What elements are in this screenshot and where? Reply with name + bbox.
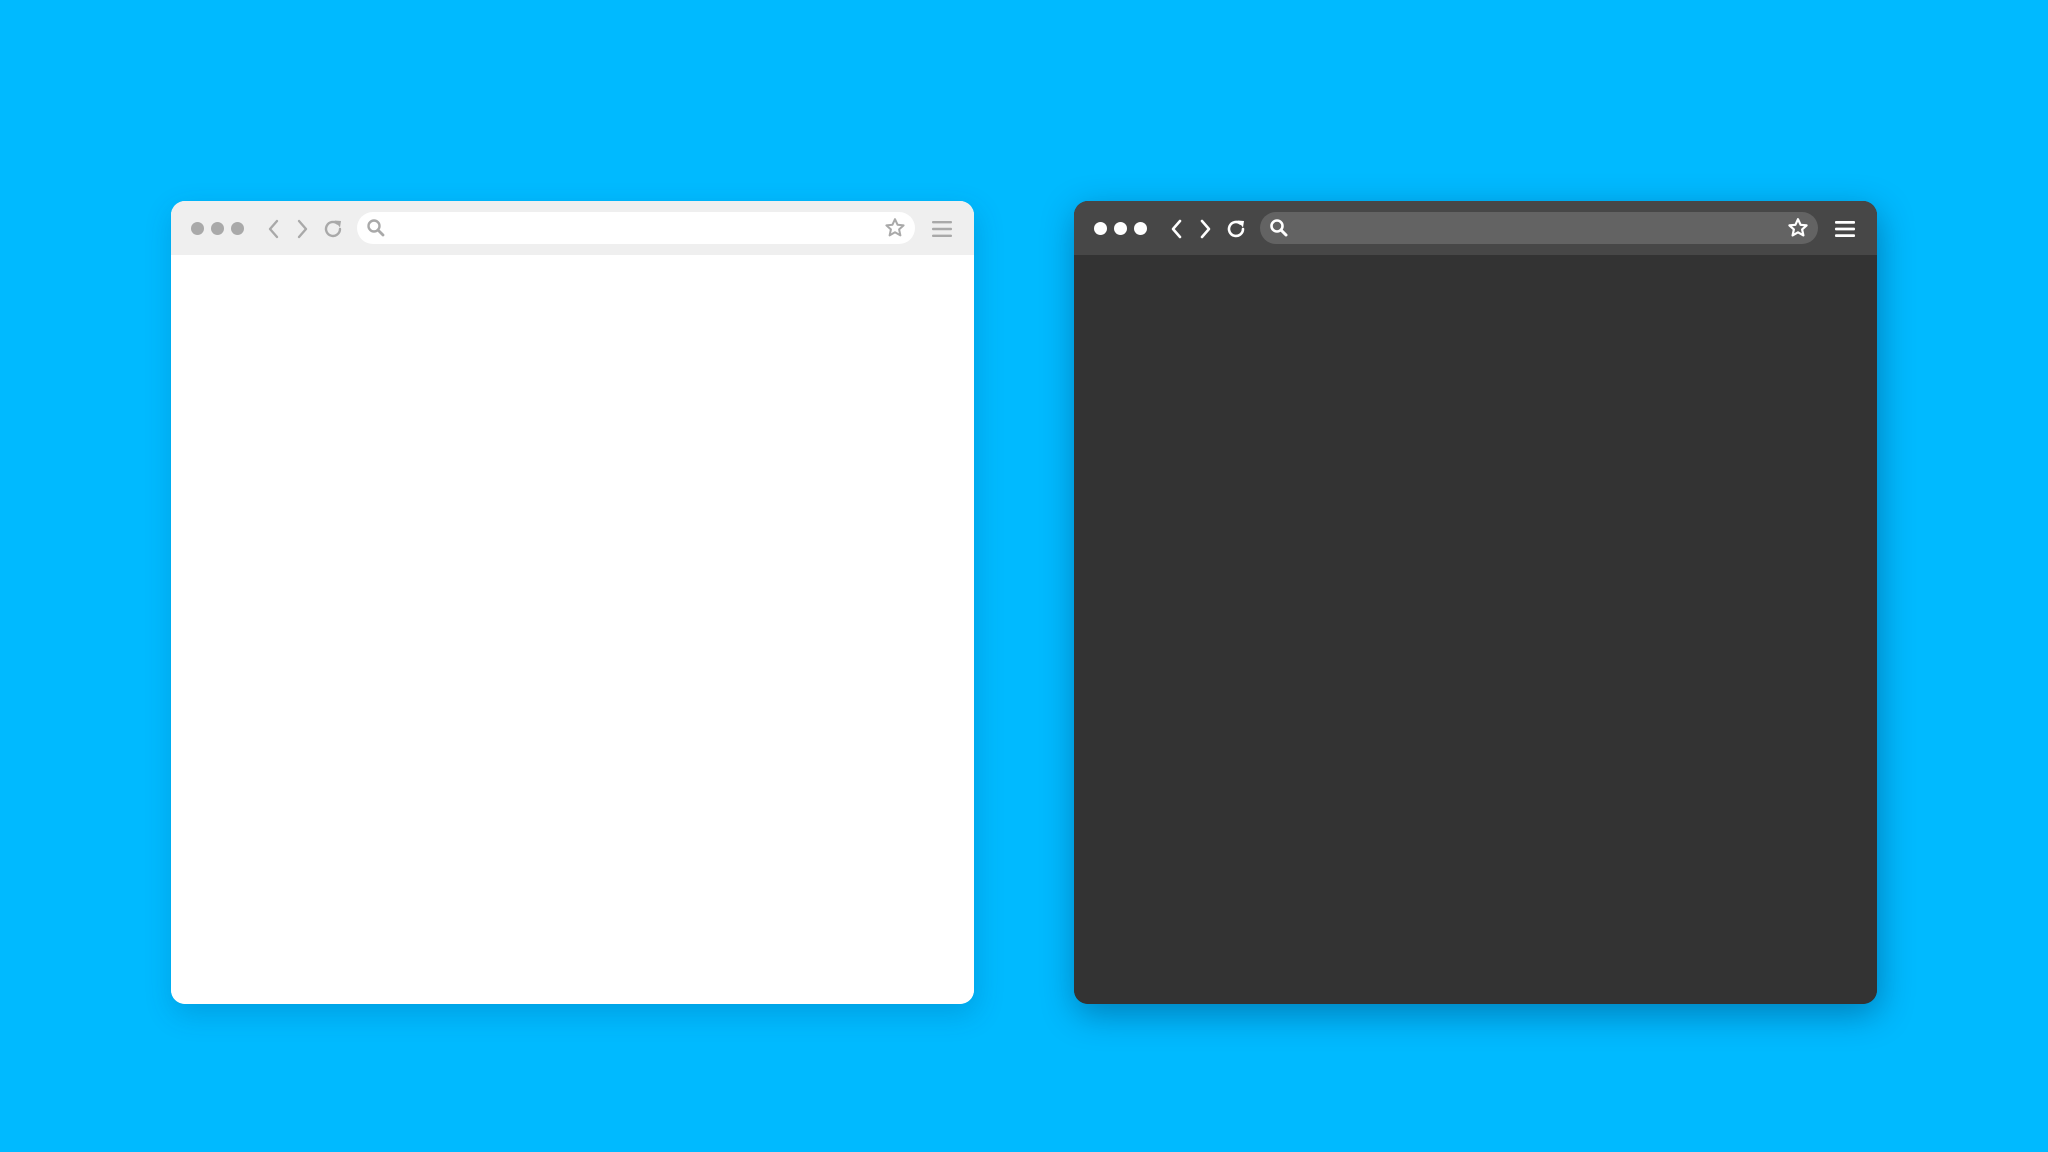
window-dot-icon[interactable] xyxy=(231,222,244,235)
back-icon xyxy=(268,219,279,239)
forward-icon xyxy=(297,219,308,239)
window-dot-icon[interactable] xyxy=(1094,222,1107,235)
menu-button[interactable] xyxy=(928,215,956,243)
forward-button[interactable] xyxy=(1192,216,1218,242)
address-input[interactable] xyxy=(395,216,865,240)
window-controls xyxy=(191,222,249,236)
address-bar[interactable] xyxy=(1260,212,1818,244)
forward-icon xyxy=(1200,219,1211,239)
back-icon xyxy=(1171,219,1182,239)
reload-icon xyxy=(1227,220,1245,238)
hamburger-menu-icon xyxy=(932,221,952,237)
window-dot-icon[interactable] xyxy=(211,222,224,235)
address-bar[interactable] xyxy=(357,212,915,244)
hamburger-menu-icon xyxy=(1835,221,1855,237)
address-input[interactable] xyxy=(1298,216,1768,240)
browser-toolbar xyxy=(1074,201,1877,255)
window-controls xyxy=(1094,222,1152,236)
back-button[interactable] xyxy=(1164,216,1190,242)
forward-button[interactable] xyxy=(289,216,315,242)
browser-window-dark xyxy=(1074,201,1877,1004)
search-icon xyxy=(1268,217,1290,239)
page-content xyxy=(171,255,974,1004)
reload-button[interactable] xyxy=(320,216,346,242)
star-icon[interactable] xyxy=(883,216,907,240)
browser-window-light xyxy=(171,201,974,1004)
reload-icon xyxy=(324,220,342,238)
star-icon[interactable] xyxy=(1786,216,1810,240)
search-icon xyxy=(365,217,387,239)
page-content xyxy=(1074,255,1877,1004)
browser-toolbar xyxy=(171,201,974,255)
back-button[interactable] xyxy=(261,216,287,242)
window-dot-icon[interactable] xyxy=(191,222,204,235)
window-dot-icon[interactable] xyxy=(1114,222,1127,235)
reload-button[interactable] xyxy=(1223,216,1249,242)
menu-button[interactable] xyxy=(1831,215,1859,243)
window-dot-icon[interactable] xyxy=(1134,222,1147,235)
